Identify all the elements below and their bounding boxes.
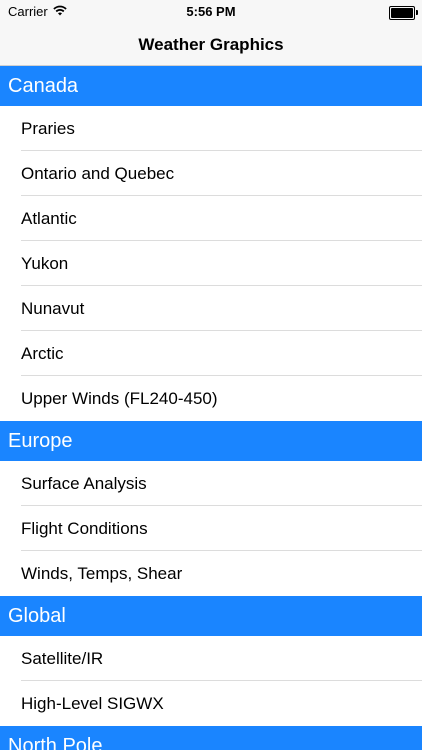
list-item-atlantic[interactable]: Atlantic [0,196,422,241]
list-item-flight-conditions[interactable]: Flight Conditions [0,506,422,551]
status-time: 5:56 PM [186,4,236,19]
nav-title: Weather Graphics [138,34,284,54]
list-item-label: Ontario and Quebec [21,163,175,183]
list-item-label: Upper Winds (FL240-450) [21,388,218,408]
list-item-ontario-quebec[interactable]: Ontario and Quebec [0,151,422,196]
section-header-north-pole: North Pole [0,726,422,750]
status-bar: Carrier 5:56 PM [0,0,422,24]
list-item-label: Praries [21,118,75,138]
list-item-label: Yukon [21,253,69,273]
list-item-label: Arctic [21,343,64,363]
list-item-label: Surface Analysis [21,473,147,493]
section-header-canada: Canada [0,66,422,106]
list-item-arctic[interactable]: Arctic [0,331,422,376]
list-item-label: Flight Conditions [21,518,148,538]
list-item-label: Atlantic [21,208,77,228]
graphics-table[interactable]: Canada Praries Ontario and Quebec Atlant… [0,66,422,750]
list-item-winds-temps-shear[interactable]: Winds, Temps, Shear [0,551,422,596]
screen: Carrier 5:56 PM Weather Graphics Canada … [0,0,422,750]
list-item-satellite-ir[interactable]: Satellite/IR [0,636,422,681]
list-item-label: Nunavut [21,298,85,318]
section-header-global: Global [0,596,422,636]
list-item-label: Winds, Temps, Shear [21,563,183,583]
list-item-label: Satellite/IR [21,648,104,668]
navigation-bar: Weather Graphics [0,24,422,66]
list-item-high-level-sigwx[interactable]: High-Level SIGWX [0,681,422,726]
list-item-surface-analysis[interactable]: Surface Analysis [0,461,422,506]
list-item-upper-winds[interactable]: Upper Winds (FL240-450) [0,376,422,421]
list-item-praries[interactable]: Praries [0,106,422,151]
battery-icon [389,6,418,20]
list-item-yukon[interactable]: Yukon [0,241,422,286]
section-header-europe: Europe [0,421,422,461]
list-item-nunavut[interactable]: Nunavut [0,286,422,331]
list-item-label: High-Level SIGWX [21,693,164,713]
